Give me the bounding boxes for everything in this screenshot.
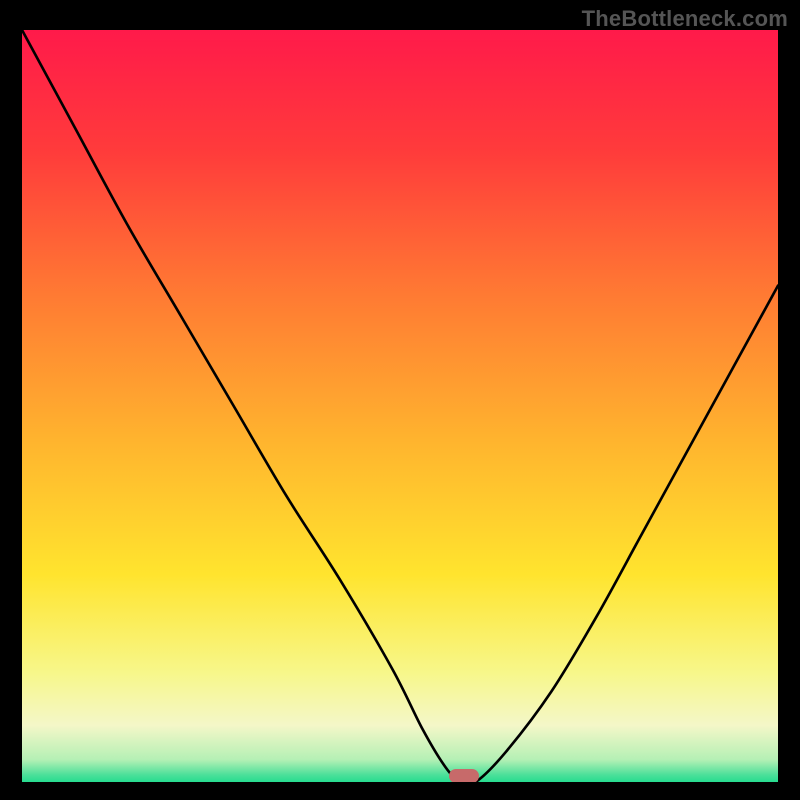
plot-area [22,30,778,782]
optimal-point-marker [449,769,479,782]
bottleneck-curve [22,30,778,782]
chart-frame: TheBottleneck.com [0,0,800,800]
watermark-text: TheBottleneck.com [582,6,788,32]
curve-layer [22,30,778,782]
